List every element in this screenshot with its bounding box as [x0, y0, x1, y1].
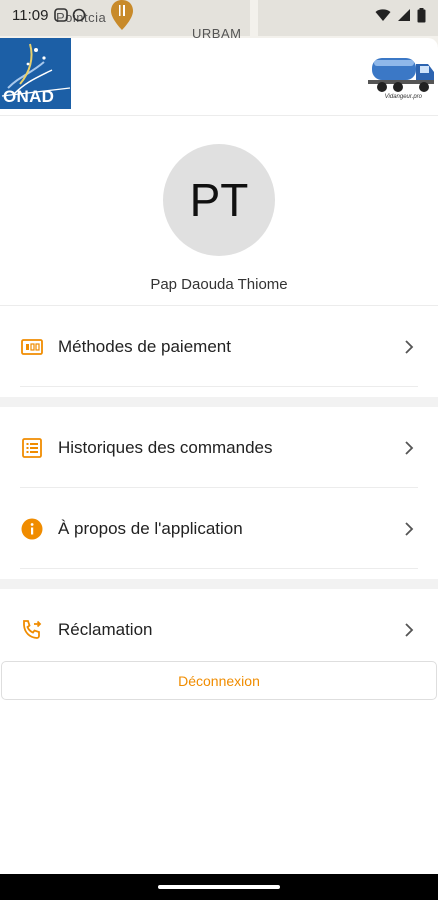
app-notification-icon: [54, 8, 69, 22]
truck-logo-caption: Vidangeur.pro: [384, 94, 422, 100]
status-bar: 11:09: [0, 0, 438, 30]
payment-card-icon: [20, 335, 44, 359]
chevron-right-icon: [405, 521, 414, 536]
phone-forward-icon: [20, 618, 44, 642]
menu-label-claims: Réclamation: [58, 619, 153, 639]
profile-card: ONAD Vidangeur.pro PT Pap Daouda Thiome …: [0, 38, 438, 874]
chevron-right-icon: [405, 440, 414, 455]
status-time: 11:09: [12, 6, 49, 24]
list-icon: [20, 436, 44, 460]
menu-item-payment-methods[interactable]: Méthodes de paiement: [0, 306, 438, 387]
chevron-right-icon: [405, 339, 414, 354]
system-navigation-bar: [0, 874, 438, 900]
onad-logo: ONAD: [0, 38, 71, 109]
menu-item-order-history[interactable]: Historiques des commandes: [0, 407, 438, 488]
info-icon: [20, 517, 44, 541]
menu-item-about[interactable]: À propos de l'application: [0, 488, 438, 569]
wifi-icon: [375, 9, 391, 21]
security-icon: [73, 8, 86, 22]
truck-logo-icon: [368, 58, 434, 92]
user-name: Pap Daouda Thiome: [150, 276, 288, 293]
home-gesture-handle[interactable]: [158, 885, 280, 889]
avatar: PT: [163, 144, 275, 256]
menu-label-payment: Méthodes de paiement: [58, 336, 231, 356]
battery-icon: [417, 7, 426, 22]
header: ONAD Vidangeur.pro: [0, 38, 438, 116]
menu-item-claims[interactable]: Réclamation: [0, 589, 438, 670]
onad-logo-text: ONAD: [3, 87, 55, 106]
menu-label-about: À propos de l'application: [58, 518, 243, 538]
cell-signal-icon: [398, 9, 410, 21]
logout-button[interactable]: Déconnexion: [1, 661, 437, 700]
menu-label-orders: Historiques des commandes: [58, 437, 273, 457]
chevron-right-icon: [405, 622, 414, 637]
